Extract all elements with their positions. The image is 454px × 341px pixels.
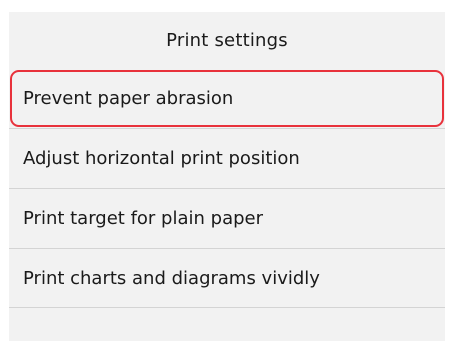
- screen-title: Print settings: [9, 12, 445, 68]
- printer-settings-screen: Print settings Prevent paper abrasion Ad…: [9, 12, 445, 341]
- menu-item-print-target-plain-paper[interactable]: Print target for plain paper: [9, 188, 445, 248]
- menu-item-adjust-horizontal-print-position[interactable]: Adjust horizontal print position: [9, 128, 445, 188]
- menu-item-print-charts-vividly[interactable]: Print charts and diagrams vividly: [9, 248, 445, 308]
- menu-item-prevent-paper-abrasion[interactable]: Prevent paper abrasion: [9, 68, 445, 128]
- screen-title-text: Print settings: [166, 29, 288, 51]
- menu-item-label: Print charts and diagrams vividly: [23, 267, 320, 289]
- menu-item-label: Print target for plain paper: [23, 208, 263, 229]
- menu-item-label: Adjust horizontal print position: [23, 148, 300, 169]
- settings-menu-list: Prevent paper abrasion Adjust horizontal…: [9, 68, 445, 308]
- menu-item-label: Prevent paper abrasion: [23, 87, 234, 109]
